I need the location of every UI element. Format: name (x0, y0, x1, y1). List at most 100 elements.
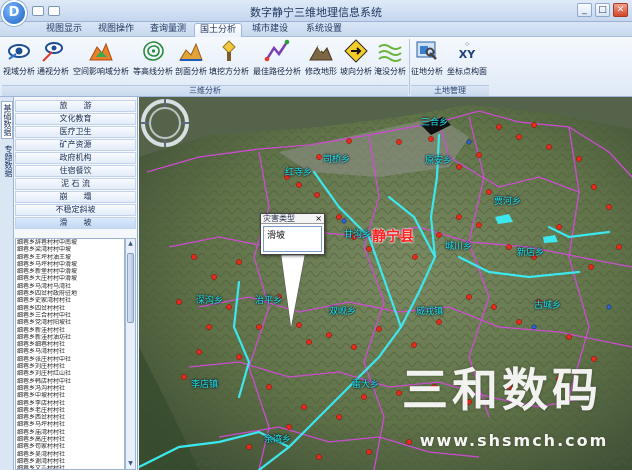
popup-close-icon[interactable]: × (315, 214, 322, 223)
tab-query-measure[interactable]: 查询量测 (144, 23, 192, 37)
close-button[interactable]: ✕ (613, 3, 628, 17)
list-item[interactable]: 细巷乡张庄村村中社 (16, 356, 124, 363)
list-item[interactable]: 细巷乡四岔村政府驻地 (16, 290, 124, 297)
list-item[interactable]: 细巷乡刘庄村红山社 (16, 370, 124, 377)
best-path-analysis-button[interactable]: 最佳路径分析 (252, 39, 302, 83)
window-title: 数字静宁三维地理信息系统 (250, 6, 382, 19)
list-item[interactable]: 细巷乡王坪村油王坡 (16, 254, 124, 261)
place-label: 三合乡 (421, 118, 449, 128)
list-item[interactable]: 细巷乡韩店村村中社 (16, 378, 124, 385)
place-label: 威戎镇 (416, 307, 444, 317)
best-path-icon (264, 39, 290, 62)
category-unstable-slope[interactable]: 不稳定斜坡 (15, 204, 136, 216)
watermark-url: www.shsmch.com (419, 431, 609, 450)
profile-analysis-button[interactable]: 剖面分析 (175, 39, 207, 83)
list-item[interactable]: 细巷乡李店村村社 (16, 400, 124, 407)
list-item[interactable]: 细巷乡党湾村阳坡社 (16, 319, 124, 326)
aspect-icon (344, 39, 368, 63)
list-item[interactable]: 细巷乡文屲村村社 (16, 465, 124, 469)
place-label: 李店镇 (191, 380, 219, 390)
list-item[interactable]: 细巷乡老庄村村社 (16, 407, 124, 414)
list-item[interactable]: 细巷乡苟家村村社 (16, 443, 124, 450)
map-3d-view[interactable]: 静宁县 深沟乡 治平乡 双岘乡 威戎镇 古城乡 李店镇 雷大乡 余湾乡 城川乡 … (139, 97, 632, 470)
place-label: 城川乡 (445, 242, 473, 252)
place-label: 余湾乡 (264, 435, 292, 445)
list-item[interactable]: 细巷乡中坡村村社 (16, 392, 124, 399)
flood-analysis-button[interactable]: 淹没分析 (374, 39, 406, 83)
category-debris-flow[interactable]: 泥 石 流 (15, 178, 136, 190)
scroll-thumb[interactable] (127, 253, 134, 323)
land-acquisition-analysis-button[interactable]: 征地分析 (411, 39, 443, 83)
place-label: 新店乡 (517, 248, 545, 258)
list-item[interactable]: 细巷乡大庄村村中滑坡 (16, 275, 124, 282)
contour-icon (143, 41, 164, 61)
line-of-sight-icon (42, 42, 63, 62)
category-mineral[interactable]: 矿产资源 (15, 139, 136, 151)
list-item[interactable]: 细巷乡刘庄村村社 (16, 363, 124, 370)
land-acquisition-icon (416, 41, 437, 60)
navigation-compass-icon[interactable] (139, 97, 191, 149)
category-collapse[interactable]: 崩 塌 (15, 191, 136, 203)
xy-polygon-button[interactable]: ◦ XY 坐标点构面 (445, 39, 489, 83)
tab-urban-construction[interactable]: 城市建设 (246, 23, 294, 37)
list-scrollbar[interactable]: ▲ ▼ (125, 238, 136, 470)
tab-thematic-data[interactable]: 专题数据 (1, 142, 13, 180)
left-panel: 基础数据 专题数据 旅 游 文化教育 医疗卫生 矿产资源 政府机构 住宿餐饮 泥… (0, 97, 138, 470)
list-item[interactable]: 细巷乡新洼村油坊社 (16, 334, 124, 341)
tab-view-operation[interactable]: 视图操作 (92, 23, 140, 37)
list-item[interactable]: 细巷乡庙湾村村社 (16, 429, 124, 436)
place-label: 司桥乡 (323, 155, 351, 165)
list-item[interactable]: 细巷乡马湾村马湾社 (16, 283, 124, 290)
scroll-down-icon[interactable]: ▼ (126, 459, 135, 469)
list-item[interactable]: 细巷乡马坪村村中滑坡 (16, 261, 124, 268)
category-list: 旅 游 文化教育 医疗卫生 矿产资源 政府机构 住宿餐饮 泥 石 流 崩 塌 不… (15, 100, 136, 230)
tab-view-display[interactable]: 视图显示 (40, 23, 88, 37)
ribbon-panel: 视域分析 通视分析 空间影响域分析 等高线分析 剖面分析 填挖方分析 最佳路径分… (0, 37, 632, 97)
county-label: 静宁县 (372, 229, 414, 245)
scroll-up-icon[interactable]: ▲ (126, 239, 135, 249)
category-government[interactable]: 政府机构 (15, 152, 136, 164)
list-item[interactable]: 细巷乡吴湾村村社 (16, 451, 124, 458)
landslide-list[interactable]: 细巷乡辞巷村村中南坡 细巷乡梁湾村村中坡 细巷乡王坪村油王坡 细巷乡马坪村村中滑坡 细巷… (15, 238, 125, 470)
aspect-analysis-button[interactable]: 坡向分析 (340, 39, 372, 83)
maximize-button[interactable]: □ (595, 3, 610, 17)
line-of-sight-button[interactable]: 通视分析 (37, 39, 69, 83)
group-label-land-management: 土地管理 (411, 85, 489, 96)
list-item[interactable]: 细巷乡马坪村村社 (16, 421, 124, 428)
list-item[interactable]: 细巷乡三合村村中社 (16, 312, 124, 319)
cut-fill-analysis-button[interactable]: 填挖方分析 (209, 39, 249, 83)
list-item[interactable]: 细巷乡新洼村村社 (16, 327, 124, 334)
influence-area-analysis-button[interactable]: 空间影响域分析 (72, 39, 130, 83)
list-item[interactable]: 细巷乡四岔村村社 (16, 305, 124, 312)
list-item[interactable]: 细巷乡新堡村村中滑坡 (16, 268, 124, 275)
category-tourism[interactable]: 旅 游 (15, 100, 136, 112)
list-item[interactable]: 细巷乡细巷村村社 (16, 341, 124, 348)
modify-terrain-button[interactable]: 修改地形 (304, 39, 338, 83)
list-item[interactable]: 细巷乡冯沟村村社 (16, 385, 124, 392)
list-item[interactable]: 细巷乡梁湾村村中坡 (16, 246, 124, 253)
contour-analysis-button[interactable]: 等高线分析 (133, 39, 173, 83)
viewshed-analysis-button[interactable]: 视域分析 (3, 39, 35, 83)
category-landslide[interactable]: 滑 坡 (15, 217, 136, 229)
category-medical[interactable]: 医疗卫生 (15, 126, 136, 138)
list-item[interactable]: 细巷乡谢湾村村社 (16, 458, 124, 465)
place-label: 红寺乡 (285, 168, 313, 178)
vertical-tab-strip: 基础数据 专题数据 (0, 97, 14, 470)
list-item[interactable]: 细巷乡高庄村村社 (16, 436, 124, 443)
list-item[interactable]: 细巷乡西岔村村社 (16, 414, 124, 421)
category-lodging-dining[interactable]: 住宿餐饮 (15, 165, 136, 177)
cut-fill-icon (222, 40, 236, 61)
app-logo[interactable]: D (3, 2, 25, 24)
minimize-button[interactable]: _ (577, 3, 592, 17)
tab-system-settings[interactable]: 系统设置 (300, 23, 348, 37)
list-item[interactable]: 细巷乡马湾村村社 (16, 348, 124, 355)
watermark-text: 三和数码 (402, 363, 602, 417)
place-label: 原安乡 (425, 156, 453, 166)
list-item[interactable]: 细巷乡辞巷村村中南坡 (16, 239, 124, 246)
list-item[interactable]: 细巷乡史家湾村村社 (16, 297, 124, 304)
tab-basic-data[interactable]: 基础数据 (1, 101, 13, 139)
category-culture-education[interactable]: 文化教育 (15, 113, 136, 125)
title-bar: D 数字静宁三维地理信息系统 _ □ ✕ (0, 0, 632, 24)
place-label: 深沟乡 (196, 296, 224, 306)
tab-land-analysis[interactable]: 国土分析 (194, 23, 242, 37)
